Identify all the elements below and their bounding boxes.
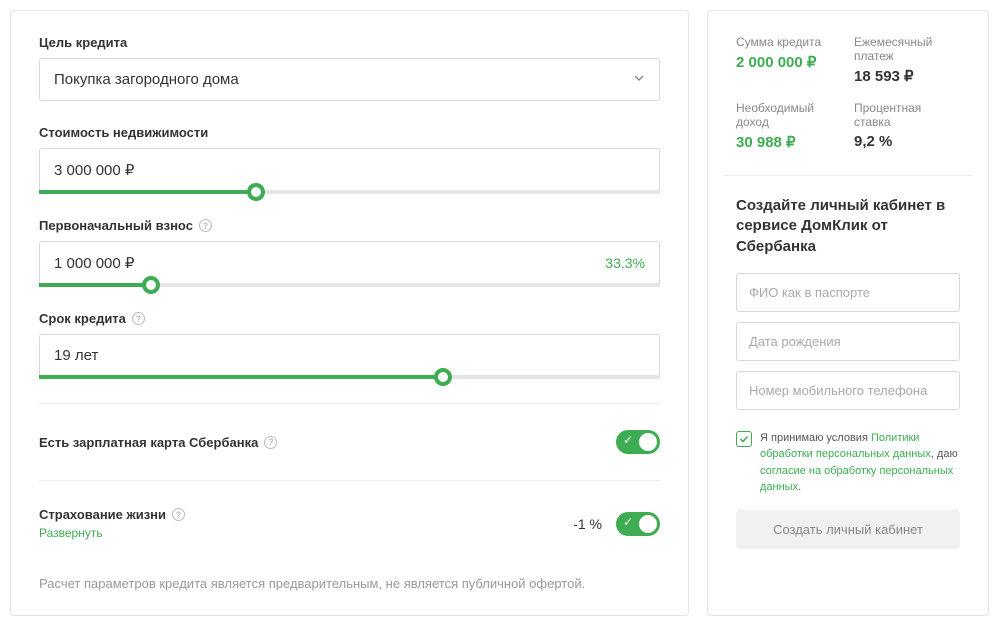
- toggle-knob-icon: [639, 515, 657, 533]
- down-payment-value: 1 000 000 ₽: [54, 254, 134, 272]
- required-income-value: 30 988 ₽: [736, 133, 842, 151]
- loan-amount-value: 2 000 000 ₽: [736, 53, 842, 71]
- phone-input[interactable]: [736, 371, 960, 410]
- loan-amount-label: Сумма кредита: [736, 35, 842, 49]
- down-payment-group: Первоначальный взнос ? 1 000 000 ₽ 33.3%: [39, 218, 660, 287]
- purpose-field-group: Цель кредита Покупка загородного дома: [39, 35, 660, 101]
- consent-row: Я принимаю условия Политики обработки пе…: [736, 430, 960, 496]
- summary-grid: Сумма кредита 2 000 000 ₽ Ежемесячный пл…: [736, 35, 960, 151]
- rate-value: 9,2 %: [854, 133, 960, 150]
- life-insurance-label: Страхование жизни: [39, 507, 166, 522]
- life-insurance-toggle[interactable]: ✓: [616, 512, 660, 536]
- calculator-panel: Цель кредита Покупка загородного дома Ст…: [10, 10, 689, 616]
- purpose-label: Цель кредита: [39, 35, 660, 50]
- term-group: Срок кредита ? 19 лет: [39, 311, 660, 379]
- info-icon[interactable]: ?: [132, 312, 145, 325]
- toggle-knob-icon: [639, 433, 657, 451]
- property-cost-group: Стоимость недвижимости 3 000 000 ₽: [39, 125, 660, 194]
- salary-card-toggle[interactable]: ✓: [616, 430, 660, 454]
- term-input[interactable]: 19 лет: [39, 334, 660, 377]
- dob-input[interactable]: [736, 322, 960, 361]
- info-icon[interactable]: ?: [172, 508, 185, 521]
- purpose-select[interactable]: Покупка загородного дома: [39, 58, 660, 101]
- monthly-payment-label: Ежемесячный платеж: [854, 35, 960, 63]
- cta-heading: Создайте личный кабинет в сервисе ДомКли…: [736, 196, 960, 257]
- rate-item: Процентная ставка 9,2 %: [854, 101, 960, 151]
- property-cost-slider[interactable]: [39, 190, 660, 194]
- term-value: 19 лет: [54, 347, 98, 364]
- disclaimer-text: Расчет параметров кредита является предв…: [39, 576, 660, 591]
- required-income-label: Необходимый доход: [736, 101, 842, 129]
- term-label: Срок кредита: [39, 311, 126, 326]
- info-icon[interactable]: ?: [199, 219, 212, 232]
- life-insurance-toggle-row: Страхование жизни ? Развернуть -1 % ✓: [39, 489, 660, 558]
- rate-label: Процентная ставка: [854, 101, 960, 129]
- info-icon[interactable]: ?: [264, 436, 277, 449]
- divider: [39, 480, 660, 481]
- consent-text: Я принимаю условия Политики обработки пе…: [760, 430, 960, 496]
- down-payment-label: Первоначальный взнос: [39, 218, 193, 233]
- divider: [39, 403, 660, 404]
- property-cost-input[interactable]: 3 000 000 ₽: [39, 148, 660, 192]
- check-icon: ✓: [623, 515, 633, 529]
- property-cost-label: Стоимость недвижимости: [39, 125, 660, 140]
- down-payment-percentage: 33.3%: [605, 255, 645, 271]
- data-consent-link[interactable]: согласие на обработку персональных данны…: [760, 465, 953, 494]
- slider-thumb-icon[interactable]: [142, 276, 160, 294]
- slider-thumb-icon[interactable]: [247, 183, 265, 201]
- name-input[interactable]: [736, 273, 960, 312]
- life-insurance-delta: -1 %: [573, 516, 602, 532]
- down-payment-input[interactable]: 1 000 000 ₽ 33.3%: [39, 241, 660, 285]
- loan-amount-item: Сумма кредита 2 000 000 ₽: [736, 35, 842, 85]
- create-account-button[interactable]: Создать личный кабинет: [736, 510, 960, 549]
- required-income-item: Необходимый доход 30 988 ₽: [736, 101, 842, 151]
- check-icon: ✓: [623, 433, 633, 447]
- divider: [724, 175, 972, 176]
- term-slider[interactable]: [39, 375, 660, 379]
- monthly-payment-value: 18 593 ₽: [854, 67, 960, 85]
- chevron-down-icon: [633, 71, 645, 88]
- monthly-payment-item: Ежемесячный платеж 18 593 ₽: [854, 35, 960, 85]
- salary-card-label: Есть зарплатная карта Сбербанка: [39, 435, 258, 450]
- salary-card-toggle-row: Есть зарплатная карта Сбербанка ? ✓: [39, 412, 660, 472]
- purpose-value: Покупка загородного дома: [54, 71, 239, 88]
- slider-thumb-icon[interactable]: [434, 368, 452, 386]
- down-payment-slider[interactable]: [39, 283, 660, 287]
- property-cost-value: 3 000 000 ₽: [54, 161, 134, 179]
- summary-panel: Сумма кредита 2 000 000 ₽ Ежемесячный пл…: [707, 10, 989, 616]
- consent-checkbox[interactable]: [736, 431, 752, 447]
- expand-link[interactable]: Развернуть: [39, 526, 185, 540]
